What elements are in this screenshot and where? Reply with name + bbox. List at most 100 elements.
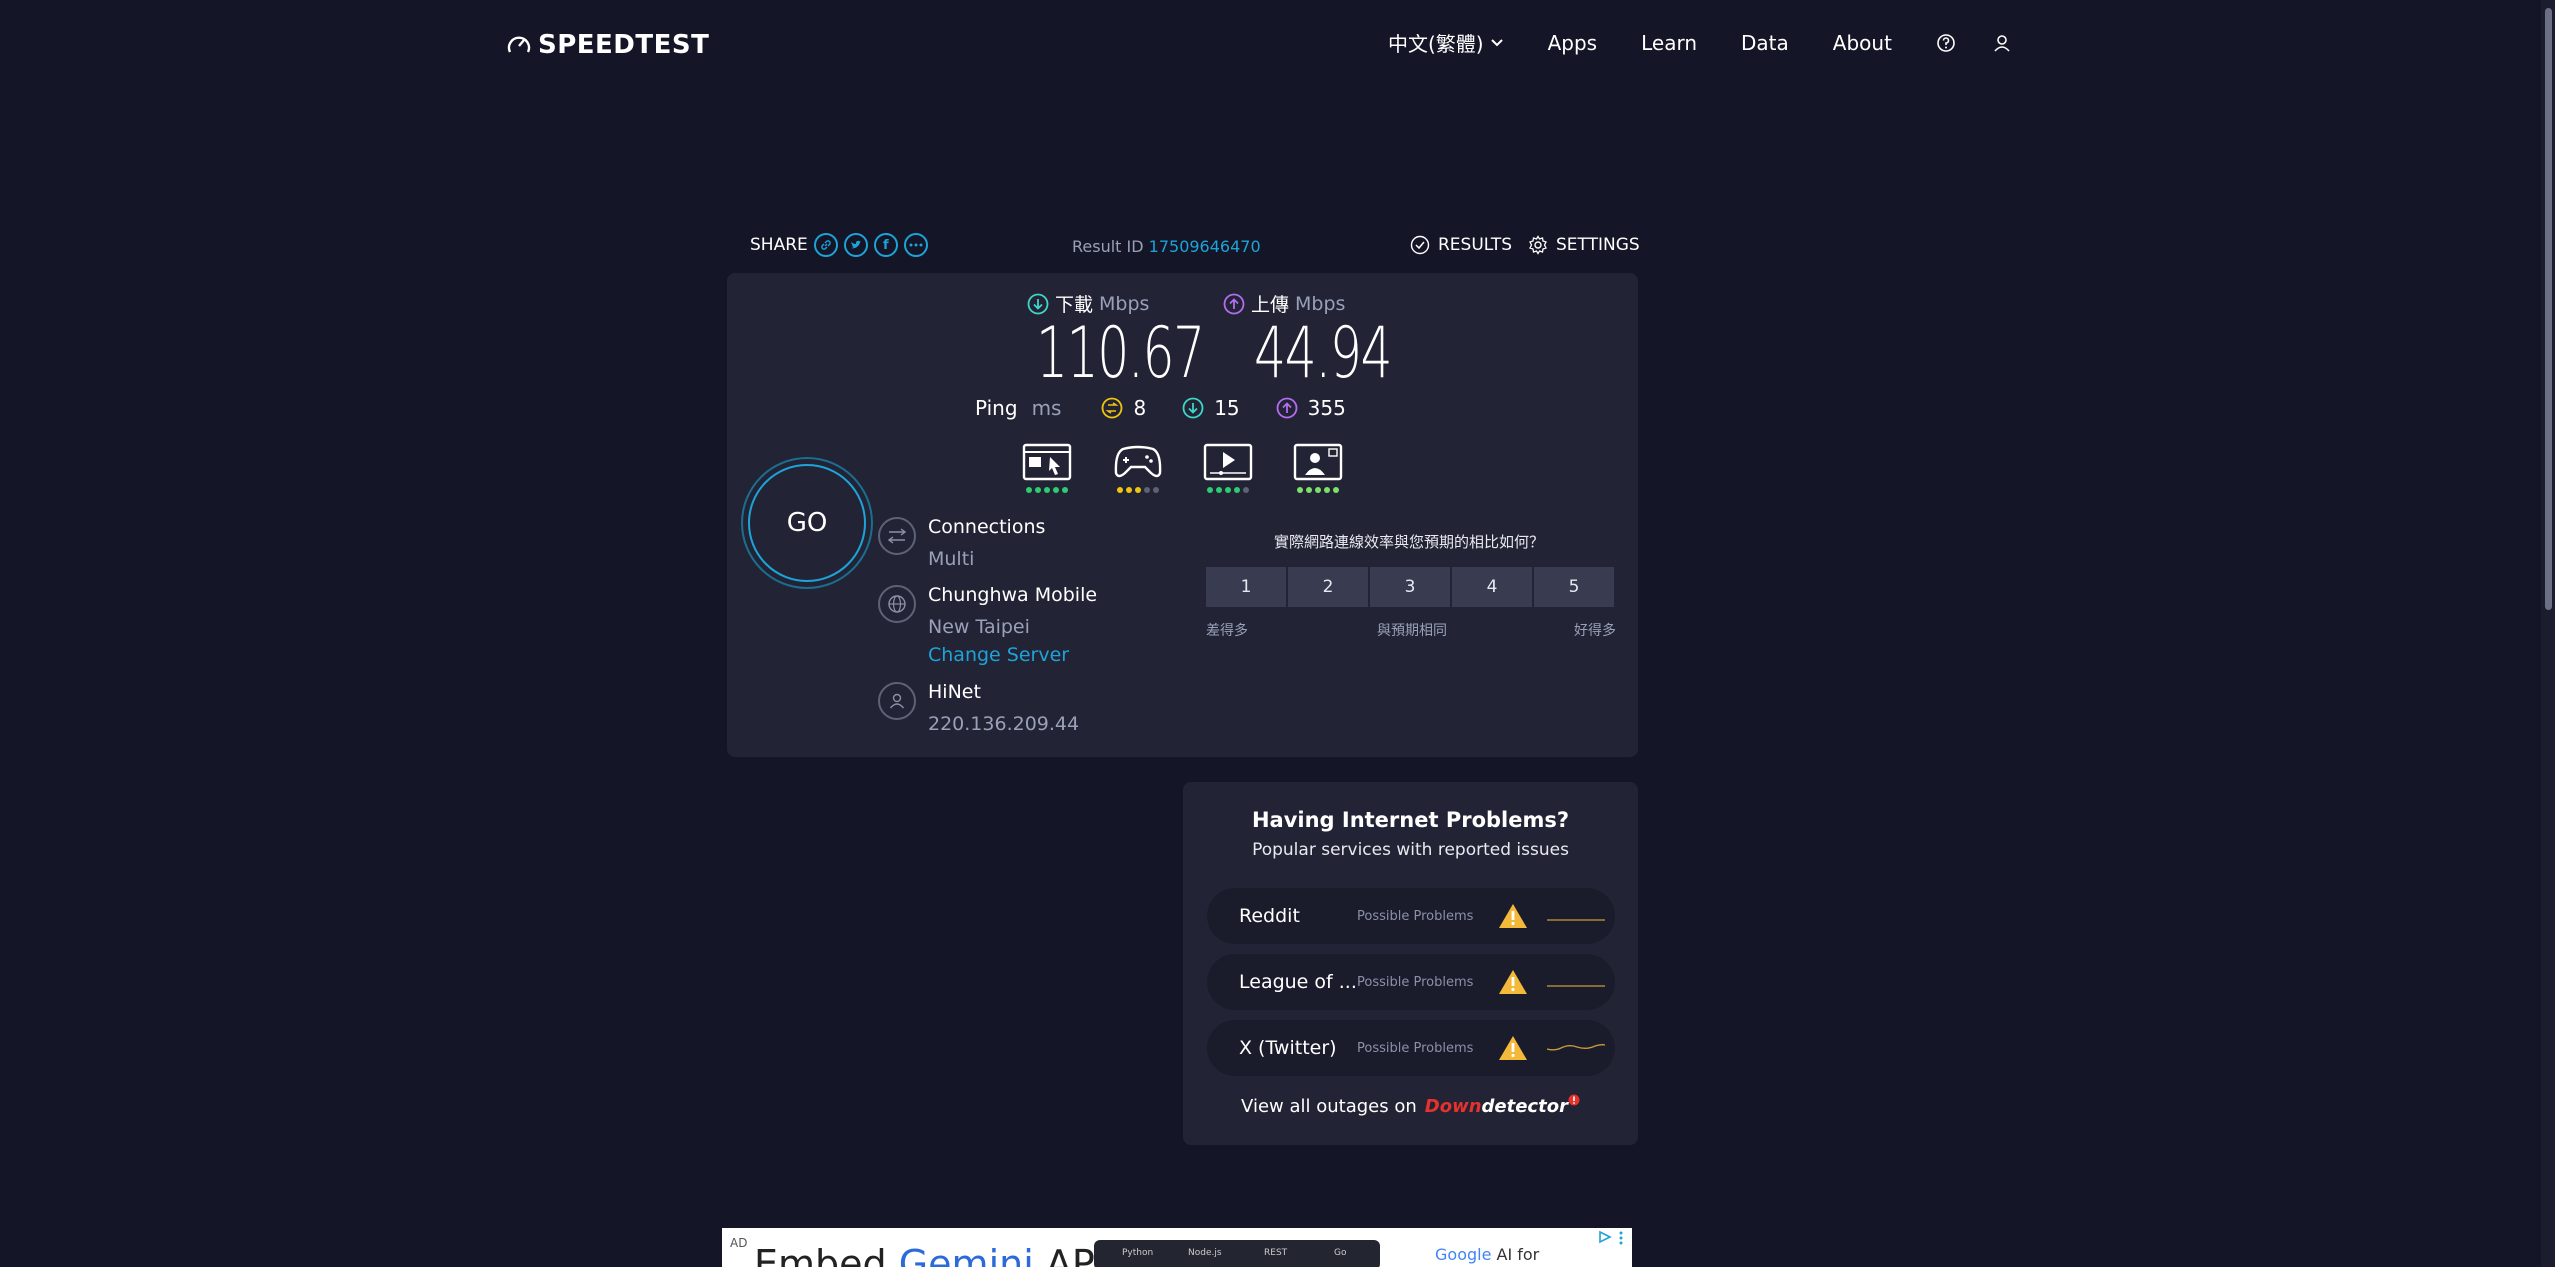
ping-upload: 355 — [1276, 396, 1346, 420]
browsing-icon — [1022, 443, 1072, 481]
ad-code-preview: Python Node.js REST Go — [1094, 1240, 1380, 1267]
rating-low-label: 差得多 — [1206, 623, 1248, 639]
rating-option-2[interactable]: 2 — [1288, 567, 1368, 607]
ping-idle: 8 — [1101, 396, 1146, 420]
quality-dot — [1153, 487, 1159, 493]
quality-dot — [1243, 487, 1249, 493]
outage-row[interactable]: Reddit Possible Problems — [1207, 888, 1615, 944]
connections-value[interactable]: Multi — [928, 548, 974, 570]
share-bar: SHARE f — [750, 233, 928, 257]
outage-row[interactable]: X (Twitter) Possible Problems — [1207, 1020, 1615, 1076]
scrollbar-thumb[interactable] — [2545, 8, 2552, 610]
downdetector-title: Having Internet Problems? — [1251, 808, 1570, 832]
ad-tab: Node.js — [1188, 1248, 1222, 1258]
rating-option-1[interactable]: 1 — [1206, 567, 1286, 607]
upload-value: 44.94 — [1254, 312, 1393, 394]
service-status: Possible Problems — [1357, 974, 1474, 990]
quality-browsing[interactable] — [1022, 443, 1072, 493]
facebook-icon[interactable]: f — [873, 233, 898, 257]
quality-gaming[interactable] — [1113, 443, 1163, 493]
downdetector-subtitle: Popular services with reported issues — [1252, 840, 1569, 860]
quality-dot — [1062, 487, 1068, 493]
settings-label: SETTINGS — [1556, 235, 1640, 255]
gaming-icon — [1114, 445, 1162, 478]
quality-dot — [1324, 487, 1330, 493]
result-id-link[interactable]: 17509646470 — [1149, 237, 1261, 256]
ping-download-value: 15 — [1214, 396, 1240, 420]
logo-text: SPEEDTEST — [538, 30, 710, 60]
results-button[interactable]: RESULTS — [1410, 235, 1512, 255]
view-all-label: View all outages on — [1241, 1096, 1417, 1117]
quality-dot — [1297, 487, 1303, 493]
share-label: SHARE — [750, 235, 808, 255]
service-status: Possible Problems — [1357, 1040, 1474, 1056]
language-label: 中文(繁體) — [1388, 32, 1484, 56]
service-name: X (Twitter) — [1239, 1037, 1337, 1059]
account-icon[interactable] — [1992, 33, 2012, 53]
view-all-outages[interactable]: View all outages on Downdetector — [1183, 1094, 1638, 1117]
nav-learn[interactable]: Learn — [1641, 31, 1697, 55]
quality-dots — [1297, 487, 1339, 493]
ping-row: Ping ms 8 15 355 — [975, 396, 1382, 420]
result-id-label: Result ID — [1072, 237, 1144, 256]
upload-latency-icon — [1276, 397, 1298, 419]
connections-icon — [878, 517, 916, 555]
service-name: League of ... — [1239, 971, 1357, 993]
quality-dots — [1026, 487, 1068, 493]
ad-label: AD — [730, 1236, 748, 1250]
ping-unit: ms — [1031, 396, 1062, 420]
speedtest-logo[interactable]: SPEEDTEST — [506, 30, 709, 60]
download-value: 110.67 — [1036, 312, 1205, 394]
quality-dot — [1216, 487, 1222, 493]
quality-dot — [1315, 487, 1321, 493]
quality-video-chat[interactable] — [1293, 443, 1343, 493]
language-select[interactable]: 中文(繁體) — [1388, 28, 1504, 57]
settings-button[interactable]: SETTINGS — [1528, 235, 1640, 255]
quality-dot — [1234, 487, 1240, 493]
quality-dot — [1044, 487, 1050, 493]
rating-option-4[interactable]: 4 — [1452, 567, 1532, 607]
downdetector-logo[interactable]: Downdetector — [1425, 1096, 1568, 1117]
quality-dot — [1117, 487, 1123, 493]
speedometer-icon — [507, 36, 531, 53]
twitter-icon[interactable] — [843, 233, 868, 257]
quality-streaming[interactable] — [1203, 443, 1253, 493]
quality-dot — [1035, 487, 1041, 493]
quality-dot — [1135, 487, 1141, 493]
quality-dots — [1117, 487, 1159, 493]
quality-dot — [1333, 487, 1339, 493]
help-icon[interactable] — [1936, 33, 1956, 53]
ad-menu-icon[interactable] — [1618, 1230, 1624, 1246]
ad-banner[interactable]: AD Embed Gemini API Python Node.js REST … — [722, 1228, 1632, 1267]
isp-name: HiNet — [928, 681, 981, 703]
quality-dot — [1126, 487, 1132, 493]
change-server-link[interactable]: Change Server — [928, 644, 1069, 666]
alert-badge-icon — [1568, 1094, 1580, 1105]
ad-choices-icon[interactable] — [1598, 1230, 1612, 1244]
go-button[interactable]: GO — [748, 464, 866, 582]
ad-tab: Python — [1122, 1248, 1154, 1258]
video-chat-icon — [1293, 443, 1343, 481]
nav-data[interactable]: Data — [1741, 31, 1789, 55]
quality-dot — [1225, 487, 1231, 493]
nav-apps[interactable]: Apps — [1548, 31, 1598, 55]
rating-option-5[interactable]: 5 — [1534, 567, 1614, 607]
more-options-icon[interactable] — [903, 233, 928, 257]
ad-sponsor: Google AI for Developers — [1435, 1245, 1540, 1267]
nav-about[interactable]: About — [1833, 31, 1892, 55]
service-name: Reddit — [1239, 905, 1300, 927]
sparkline — [1547, 919, 1605, 921]
rating-mid-label: 與預期相同 — [1377, 623, 1447, 639]
outage-row[interactable]: League of ... Possible Problems — [1207, 954, 1615, 1010]
warning-icon — [1499, 1036, 1527, 1060]
downdetector-card: Having Internet Problems? Popular servic… — [1183, 782, 1638, 1145]
ping-upload-value: 355 — [1307, 396, 1346, 420]
rating-high-label: 好得多 — [1574, 623, 1616, 639]
globe-icon — [878, 585, 916, 623]
user-icon — [878, 682, 916, 720]
warning-icon — [1499, 904, 1527, 928]
chevron-down-icon — [1490, 38, 1503, 46]
sparkline — [1547, 985, 1605, 987]
link-icon[interactable] — [813, 233, 838, 257]
rating-option-3[interactable]: 3 — [1370, 567, 1450, 607]
